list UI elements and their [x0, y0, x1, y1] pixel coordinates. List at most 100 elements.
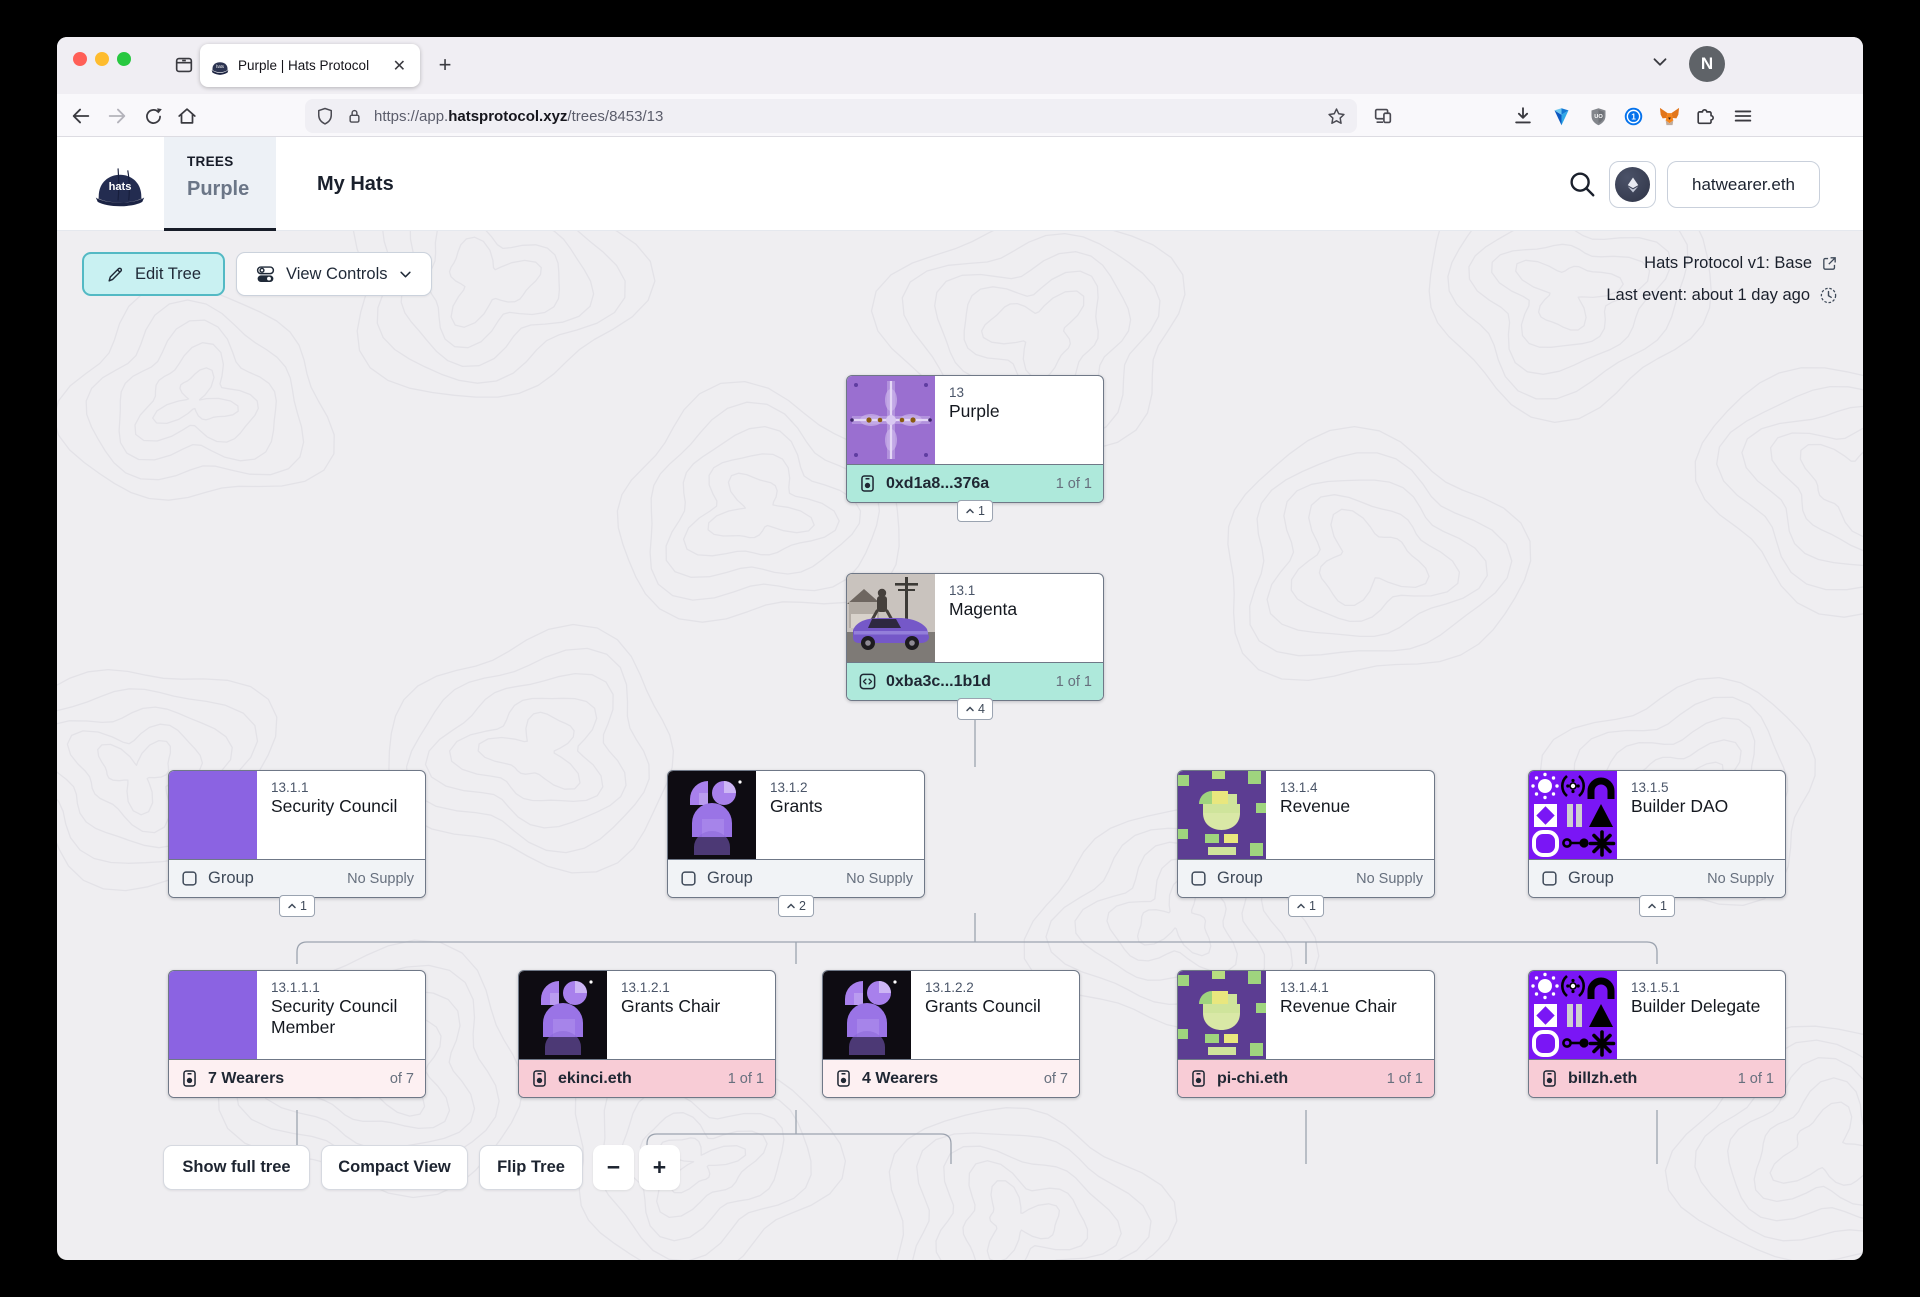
back-button[interactable] [65, 100, 97, 132]
hat-node-revenue-chair[interactable]: 13.1.4.1 Revenue Chair pi-chi.eth 1 of 1 [1177, 970, 1435, 1098]
minimize-window-button[interactable] [95, 52, 109, 66]
collapse-children-button[interactable]: 1 [957, 500, 993, 522]
checkbox-icon [1189, 869, 1208, 888]
zoom-in-button[interactable]: + [639, 1145, 680, 1190]
metamask-extension-icon[interactable] [1653, 100, 1685, 132]
app-header: hats TREES Purple My Hats hatwearer.eth [57, 137, 1863, 231]
url-bar[interactable]: https://app.hatsprotocol.xyz/trees/8453/… [305, 99, 1357, 133]
extensions-puzzle-icon[interactable] [1690, 100, 1722, 132]
menu-hamburger-icon[interactable] [1727, 100, 1759, 132]
tab-list-chevron-icon[interactable] [1649, 51, 1671, 73]
hat-image-purple-fractal [847, 376, 935, 464]
browser-profile-avatar[interactable]: N [1689, 46, 1725, 82]
hat-image-magenta-photo [847, 574, 935, 662]
show-full-tree-button[interactable]: Show full tree [163, 1145, 310, 1190]
collapse-children-button[interactable]: 1 [1639, 895, 1675, 917]
hat-id: 13.1.4.1 [1280, 980, 1397, 995]
hat-node-security-council[interactable]: 13.1.1 Security Council Group No Supply … [168, 770, 426, 898]
id-card-icon [530, 1069, 549, 1088]
hat-image-grants-face [823, 971, 911, 1059]
hat-node-magenta[interactable]: 13.1 Magenta 0xba3c...1b1d 1 of 1 4 [846, 573, 1104, 701]
id-card-icon [1189, 1069, 1208, 1088]
collapse-children-button[interactable]: 1 [279, 895, 315, 917]
downloads-icon[interactable] [1507, 100, 1539, 132]
collapse-children-button[interactable]: 2 [778, 895, 814, 917]
hat-footer: 7 Wearers of 7 [169, 1059, 425, 1097]
forward-button[interactable] [101, 100, 133, 132]
hat-id: 13.1.5 [1631, 780, 1728, 795]
chevron-up-icon [1296, 901, 1306, 911]
svg-text:UO: UO [1594, 113, 1603, 119]
account-button[interactable]: hatwearer.eth [1667, 161, 1820, 208]
lock-icon[interactable] [345, 107, 364, 126]
onepassword-extension-icon[interactable]: 1 [1617, 100, 1649, 132]
hat-node-builder-delegate[interactable]: 13.1.5.1 Builder Delegate billzh.eth 1 o… [1528, 970, 1786, 1098]
network-button[interactable] [1609, 161, 1656, 208]
hat-node-purple[interactable]: 13 Purple 0xd1a8...376a 1 of 1 1 [846, 375, 1104, 503]
hat-node-security-council-member[interactable]: 13.1.1.1 Security Council Member 7 Weare… [168, 970, 426, 1098]
browser-tab-bar: hats Purple | Hats Protocol ✕ + N [57, 37, 1863, 94]
close-window-button[interactable] [73, 52, 87, 66]
hat-footer: pi-chi.eth 1 of 1 [1178, 1059, 1434, 1097]
home-button[interactable] [171, 100, 203, 132]
svg-text:hats: hats [109, 181, 132, 193]
hat-footer: 0xba3c...1b1d 1 of 1 [847, 662, 1103, 700]
browser-tab-active[interactable]: hats Purple | Hats Protocol ✕ [200, 44, 420, 87]
external-link-icon[interactable] [1821, 255, 1838, 272]
hat-id: 13.1.2.1 [621, 980, 720, 995]
compact-view-button[interactable]: Compact View [321, 1145, 468, 1190]
hat-id: 13.1.2 [770, 780, 823, 795]
list-tabs-icon[interactable] [165, 46, 203, 84]
hat-image-revenue-creature [1178, 771, 1266, 859]
collapse-children-button[interactable]: 1 [1288, 895, 1324, 917]
hat-footer: Group No Supply [1529, 859, 1785, 897]
hat-footer: ekinci.eth 1 of 1 [519, 1059, 775, 1097]
pencil-icon [106, 265, 125, 284]
reload-button[interactable] [137, 100, 169, 132]
view-controls-button[interactable]: View Controls [236, 252, 432, 296]
protocol-version-label: Hats Protocol v1: Base [1644, 254, 1812, 273]
hat-id: 13.1.4 [1280, 780, 1350, 795]
edit-tree-label: Edit Tree [135, 265, 201, 284]
fullscreen-window-button[interactable] [117, 52, 131, 66]
hat-name: Magenta [949, 599, 1017, 620]
hat-image-solid-purple [169, 971, 257, 1059]
hat-node-grants-chair[interactable]: 13.1.2.1 Grants Chair ekinci.eth 1 of 1 [518, 970, 776, 1098]
zoom-out-button[interactable]: − [593, 1145, 634, 1190]
tab-title: Purple | Hats Protocol [238, 58, 389, 73]
id-card-icon [834, 1069, 853, 1088]
flip-tree-button[interactable]: Flip Tree [479, 1145, 583, 1190]
svg-text:hats: hats [216, 64, 224, 69]
hat-node-grants[interactable]: 13.1.2 Grants Group No Supply 2 [667, 770, 925, 898]
shield-extension-icon[interactable]: UO [1582, 100, 1614, 132]
chevron-up-icon [786, 901, 796, 911]
screenshot-tool-icon[interactable] [1367, 100, 1399, 132]
new-tab-button[interactable]: + [429, 49, 461, 81]
collapse-children-button[interactable]: 4 [957, 698, 993, 720]
hat-node-revenue[interactable]: 13.1.4 Revenue Group No Supply 1 [1177, 770, 1435, 898]
clock-icon[interactable] [1819, 286, 1838, 305]
hat-id: 13.1 [949, 583, 1017, 598]
blue-v-extension-icon[interactable] [1545, 100, 1577, 132]
edit-tree-button[interactable]: Edit Tree [82, 252, 225, 296]
bookmark-star-icon[interactable] [1326, 106, 1347, 127]
hat-name: Revenue Chair [1280, 996, 1397, 1017]
svg-text:1: 1 [1631, 111, 1636, 121]
checkbox-icon [679, 869, 698, 888]
tracking-shield-icon[interactable] [315, 106, 335, 126]
trees-label: TREES [187, 154, 276, 169]
tab-my-hats[interactable]: My Hats [317, 137, 394, 231]
search-icon[interactable] [1563, 165, 1601, 203]
close-tab-icon[interactable]: ✕ [389, 56, 410, 76]
hat-image-builder-glyphs [1529, 771, 1617, 859]
hat-id: 13.1.1 [271, 780, 397, 795]
chevron-up-icon [965, 704, 975, 714]
chevron-up-icon [1647, 901, 1657, 911]
hats-logo[interactable]: hats [87, 141, 153, 225]
tab-trees-active[interactable]: TREES Purple [164, 137, 276, 231]
hat-id: 13.1.1.1 [271, 980, 419, 995]
hat-node-builder-dao[interactable]: 13.1.5 Builder DAO Group No Supply 1 [1528, 770, 1786, 898]
id-card-icon [1540, 1069, 1559, 1088]
hat-image-revenue-creature [1178, 971, 1266, 1059]
hat-node-grants-council[interactable]: 13.1.2.2 Grants Council 4 Wearers of 7 [822, 970, 1080, 1098]
